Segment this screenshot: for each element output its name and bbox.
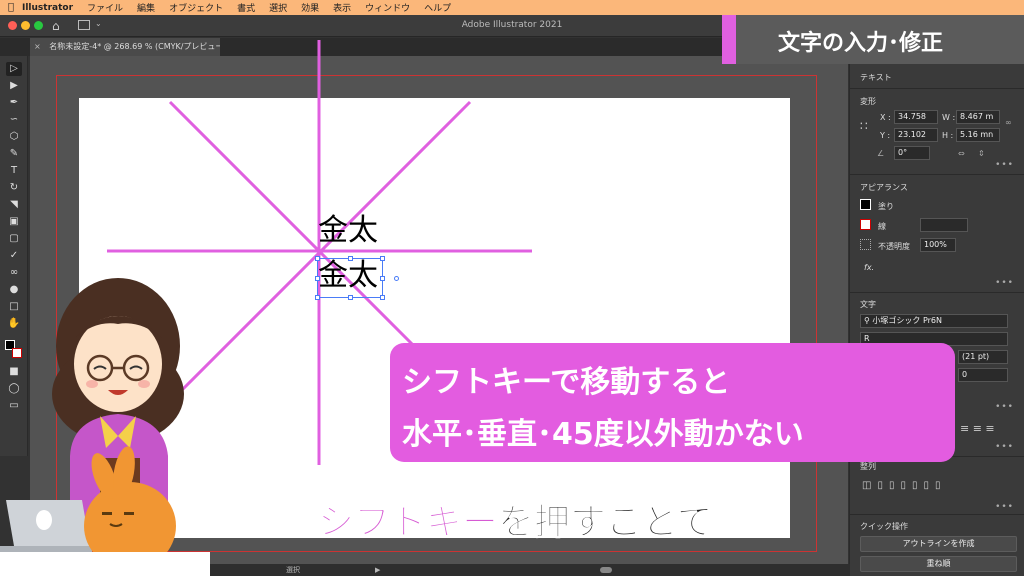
properties-panel: テキスト 変形 ∷ X : 34.758 W : 8.467 m ∞ Y : 2… <box>849 56 1024 576</box>
paragraph-more-icon[interactable]: ••• <box>995 442 1014 452</box>
callout-line-2: 水平･垂直･45度以外動かない <box>402 417 804 452</box>
fill-label: 塗り <box>878 202 894 211</box>
section-title-banner: 文字の入力･修正 <box>722 15 1024 64</box>
y-label: Y : <box>880 131 891 140</box>
selection-bounding-box[interactable] <box>315 256 399 300</box>
constrain-proportions-icon[interactable]: ∞ <box>1005 118 1012 127</box>
opacity-label: 不透明度 <box>878 242 910 251</box>
character-more-icon[interactable]: ••• <box>995 402 1014 412</box>
opacity-field[interactable]: 100% <box>920 238 956 252</box>
angle-field[interactable]: 0° <box>894 146 930 160</box>
video-subtitle: シフトキーを押すことで <box>317 493 714 545</box>
tracking-field[interactable]: 0 <box>958 368 1008 382</box>
status-bar: 選択 ▶ <box>210 564 850 576</box>
eyedropper-tool-icon[interactable]: ✓ <box>6 249 22 263</box>
explanation-callout: シフトキーで移動すると 水平･垂直･45度以外動かない <box>390 343 955 462</box>
paragraph-align-icons[interactable]: ≡ ≡ ≡ <box>960 422 995 435</box>
callout-line-1: シフトキーで移動すると <box>402 365 731 400</box>
leading-field[interactable]: (21 pt) <box>958 350 1008 364</box>
x-label: X : <box>880 113 891 122</box>
selection-handle[interactable] <box>348 295 353 300</box>
w-field[interactable]: 8.467 m <box>956 110 1000 124</box>
align-more-icon[interactable]: ••• <box>995 502 1014 512</box>
text-threading-port[interactable] <box>394 276 399 281</box>
eraser-tool-icon[interactable]: ◥ <box>6 198 22 212</box>
transform-more-icon[interactable]: ••• <box>995 160 1014 170</box>
screen-root: { "menubar": { "app_name": "Illustrator"… <box>0 0 1024 576</box>
stroke-label: 線 <box>878 222 886 231</box>
illustration-base <box>0 552 210 576</box>
flip-vertical-icon[interactable]: ⇕ <box>978 149 985 158</box>
align-buttons[interactable]: ◫▯▯▯▯▯▯ <box>862 480 946 491</box>
panel-text-heading: テキスト <box>860 73 892 82</box>
subtitle-text: を押すことで <box>498 502 714 544</box>
quick-actions-heading: クイック操作 <box>860 522 908 531</box>
presenter-illustration <box>0 278 184 570</box>
angle-icon: ∠ <box>877 149 885 158</box>
stroke-weight-field[interactable] <box>920 218 968 232</box>
h-field[interactable]: 5.16 mn <box>956 128 1000 142</box>
current-tool-label: 選択 <box>286 566 300 574</box>
scale-tool-icon[interactable]: ▣ <box>6 215 22 229</box>
font-family-select[interactable]: ⚲ 小塚ゴシック Pr6N <box>860 314 1008 328</box>
create-outlines-button[interactable]: アウトラインを作成 <box>860 536 1017 552</box>
h-label: H : <box>942 131 954 140</box>
w-label: W : <box>942 113 956 122</box>
canvas-text-original[interactable]: 金太 <box>318 216 378 246</box>
curvature-tool-icon[interactable]: ∽ <box>6 113 22 127</box>
flip-horizontal-icon[interactable]: ⇔ <box>958 149 965 158</box>
arrange-button[interactable]: 重ね順 <box>860 556 1017 572</box>
selection-handle[interactable] <box>315 256 320 261</box>
gradient-tool-icon[interactable]: ▢ <box>6 232 22 246</box>
selection-handle[interactable] <box>315 295 320 300</box>
selection-handle[interactable] <box>348 256 353 261</box>
type-tool-icon[interactable]: T <box>6 164 22 178</box>
font-family-value: 小塚ゴシック Pr6N <box>872 316 942 325</box>
selection-handle[interactable] <box>380 295 385 300</box>
selection-handle[interactable] <box>380 256 385 261</box>
reference-point-icon[interactable]: ∷ <box>860 119 868 133</box>
character-heading: 文字 <box>860 300 876 309</box>
x-field[interactable]: 34.758 <box>894 110 938 124</box>
selection-tool-icon[interactable]: ▷ <box>6 62 22 76</box>
fill-swatch[interactable] <box>860 199 871 210</box>
opacity-icon <box>860 239 871 250</box>
rotate-tool-icon[interactable]: ↻ <box>6 181 22 195</box>
direct-selection-tool-icon[interactable]: ▶ <box>6 79 22 93</box>
stroke-swatch[interactable] <box>860 219 871 230</box>
y-field[interactable]: 23.102 <box>894 128 938 142</box>
fx-icon[interactable]: fx. <box>864 263 874 272</box>
paintbrush-tool-icon[interactable]: ✎ <box>6 147 22 161</box>
scrollbar-thumb[interactable] <box>600 567 612 573</box>
appearance-more-icon[interactable]: ••• <box>995 278 1014 288</box>
appearance-heading: アピアランス <box>860 183 908 192</box>
pen-tool-icon[interactable]: ✒ <box>6 96 22 110</box>
banner-accent <box>722 15 736 64</box>
subtitle-highlight: シフトキー <box>317 502 499 544</box>
status-next-icon[interactable]: ▶ <box>375 564 380 576</box>
selection-handle[interactable] <box>380 276 385 281</box>
selection-handle[interactable] <box>315 276 320 281</box>
transform-heading: 変形 <box>860 97 876 106</box>
section-title: 文字の入力･修正 <box>778 31 944 56</box>
rectangle-tool-icon[interactable]: ⬡ <box>6 130 22 144</box>
align-heading: 整列 <box>860 462 876 471</box>
